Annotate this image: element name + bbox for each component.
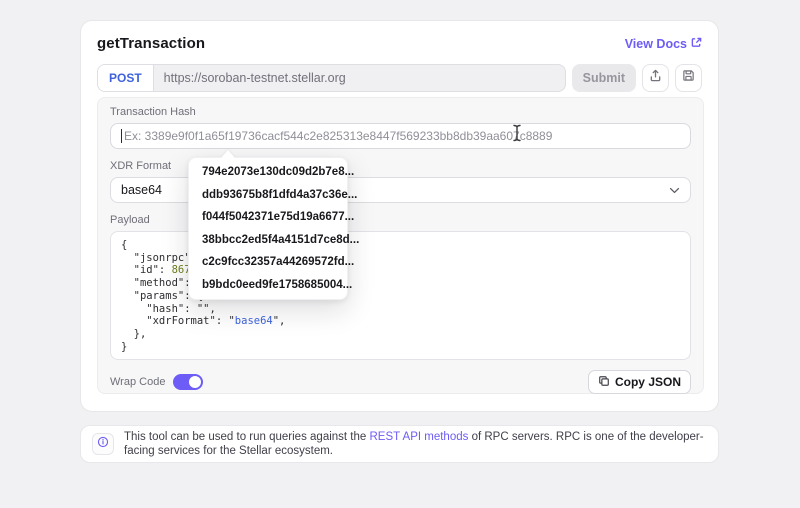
rest-api-methods-link[interactable]: REST API methods (370, 431, 469, 443)
submit-button[interactable]: Submit (571, 64, 636, 92)
text-cursor-ibeam (511, 124, 523, 147)
save-button[interactable] (675, 64, 702, 92)
endpoint-input-group: POST https://soroban-testnet.stellar.org (97, 64, 566, 92)
panel-footer: Wrap Code Copy JSON (110, 370, 691, 394)
dropdown-caret-up (221, 150, 235, 158)
share-upload-icon (649, 69, 662, 87)
share-button[interactable] (642, 64, 669, 92)
payload-code-line: } (121, 340, 128, 353)
chevron-down-icon (669, 183, 680, 197)
view-docs-label: View Docs (624, 36, 687, 51)
payload-code-line: "xdrFormat": "base64", (121, 315, 286, 328)
external-link-icon (691, 37, 702, 51)
info-icon-box (92, 433, 114, 455)
save-icon (682, 69, 695, 87)
wrap-code-control: Wrap Code (110, 374, 204, 390)
hash-suggestions-dropdown: 794e2073e130dc09d2b7e8... ddb93675b8f1df… (188, 157, 359, 300)
info-bar: This tool can be used to run queries aga… (80, 425, 719, 463)
http-method-badge: POST (98, 65, 154, 91)
hash-suggestion-item[interactable]: 794e2073e130dc09d2b7e8... (189, 161, 354, 184)
xdr-format-selected-value: base64 (121, 183, 163, 197)
hash-suggestion-item[interactable]: c2c9fcc32357a44269572fd... (189, 251, 354, 274)
get-transaction-card: getTransaction View Docs POST https://so… (80, 20, 719, 412)
hash-suggestion-item[interactable]: b9bdc0eed9fe1758685004... (189, 274, 352, 297)
view-docs-link[interactable]: View Docs (625, 37, 702, 51)
payload-code-line: "hash": "", (121, 302, 216, 315)
toggle-knob (189, 376, 202, 388)
info-text: This tool can be used to run queries aga… (124, 430, 704, 459)
transaction-hash-input[interactable]: Ex: 3389e9f0f1a65f19736cacf544c2e825313e… (110, 123, 691, 149)
info-text-before: This tool can be used to run queries aga… (124, 430, 370, 443)
endpoint-url[interactable]: https://soroban-testnet.stellar.org (154, 65, 565, 91)
hash-suggestion-item[interactable]: f044f5042371e75d19a6677... (189, 206, 354, 229)
input-caret (121, 129, 122, 143)
transaction-hash-label: Transaction Hash (110, 106, 196, 118)
hash-suggestion-item[interactable]: 38bbcc2ed5f4a4151d7ce8d... (189, 229, 359, 252)
copy-json-button[interactable]: Copy JSON (587, 370, 691, 394)
wrap-code-label: Wrap Code (110, 376, 166, 388)
copy-json-label: Copy JSON (614, 375, 681, 389)
request-bar: POST https://soroban-testnet.stellar.org… (97, 64, 702, 92)
card-header: getTransaction View Docs (81, 21, 718, 64)
wrap-code-toggle[interactable] (173, 374, 204, 390)
copy-icon (598, 375, 610, 390)
transaction-hash-placeholder: Ex: 3389e9f0f1a65f19736cacf544c2e825313e… (124, 129, 553, 143)
page-title: getTransaction (97, 35, 206, 52)
payload-code-line: }, (121, 327, 147, 340)
info-icon (97, 435, 109, 453)
hash-suggestion-item[interactable]: ddb93675b8f1dfd4a37c36e... (189, 184, 357, 207)
